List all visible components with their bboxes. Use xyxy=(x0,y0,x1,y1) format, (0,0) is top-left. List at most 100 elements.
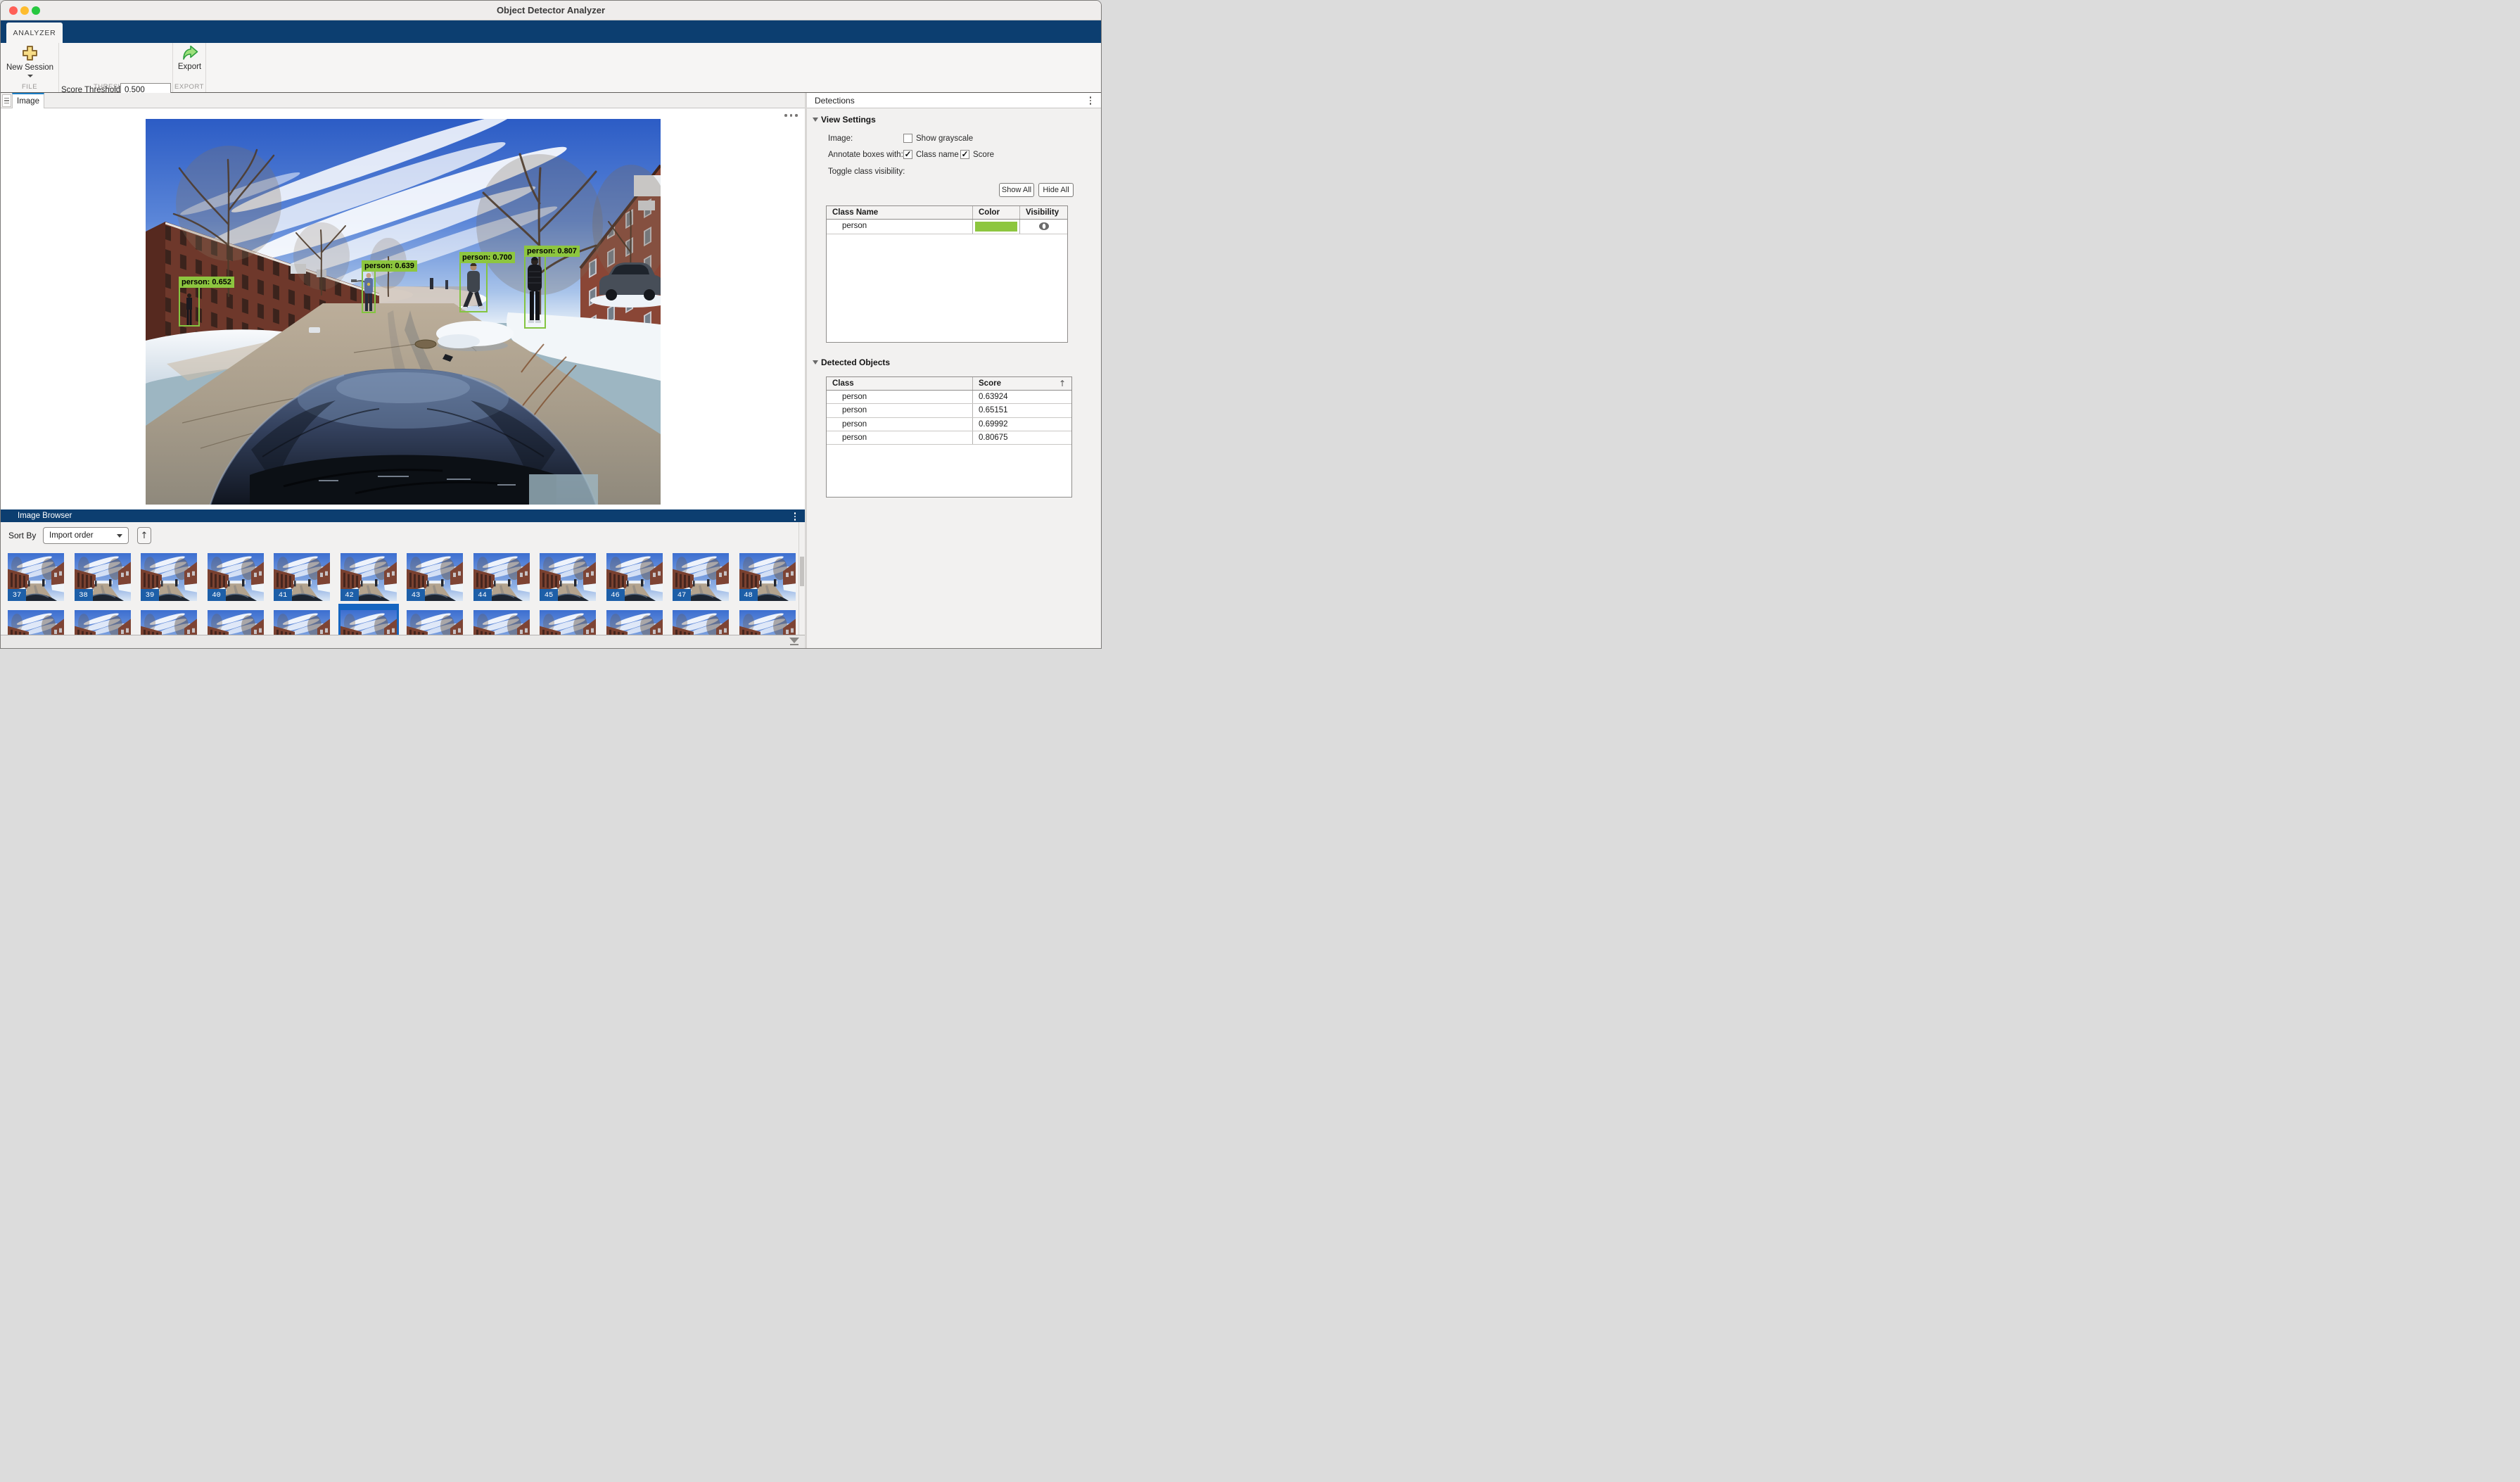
sort-direction-button[interactable]: ↑ xyxy=(137,527,151,544)
detections-panel-header: Detections xyxy=(807,93,1101,108)
thumbnail[interactable]: 37 xyxy=(8,553,64,601)
thumbnail[interactable]: 39 xyxy=(141,553,197,601)
thumbnail[interactable]: 48 xyxy=(739,553,796,601)
visibility-cell[interactable] xyxy=(1020,220,1067,234)
detected-score-cell: 0.69992 xyxy=(973,418,1071,431)
kebab-icon[interactable] xyxy=(794,512,796,521)
thumbnail[interactable]: 43 xyxy=(407,553,463,601)
thumbnail[interactable] xyxy=(673,610,729,636)
detected-class-cell: person xyxy=(827,404,973,417)
thumbnail[interactable]: 45 xyxy=(540,553,596,601)
thumbnail[interactable] xyxy=(8,610,64,636)
detected-header-class[interactable]: Class xyxy=(827,377,973,390)
annotated-image: person: 0.652 person: 0.639 person: 0.700 p… xyxy=(146,119,661,505)
image-browser-title: Image Browser xyxy=(18,512,72,520)
detection-label: person: 0.700 xyxy=(459,252,515,263)
thumbnail-index-badge: 37 xyxy=(8,589,26,601)
thumbnail[interactable] xyxy=(739,610,796,636)
thumbnail[interactable] xyxy=(407,610,463,636)
hide-all-button[interactable]: Hide All xyxy=(1038,183,1074,197)
sort-by-select[interactable]: Import order xyxy=(43,527,129,544)
detected-class-cell: person xyxy=(827,431,973,444)
thumbnail-selection-highlight xyxy=(338,604,399,610)
thumbnail-index-badge: 43 xyxy=(407,589,425,601)
detected-objects-table: Class Score ↑ person0.63924person0.65151… xyxy=(826,376,1072,498)
browser-bottom-bar xyxy=(1,635,805,648)
detected-header-score[interactable]: Score ↑ xyxy=(973,377,1071,390)
thumbnail-index-badge: 40 xyxy=(208,589,226,601)
app-window: Object Detector Analyzer ANALYZER New Se… xyxy=(0,0,1102,649)
class-color-cell[interactable] xyxy=(973,220,1020,234)
thumbnail[interactable] xyxy=(141,610,197,636)
document-bar-icon[interactable] xyxy=(2,94,11,107)
view-settings-title: View Settings xyxy=(821,115,876,125)
scroll-down-icon[interactable] xyxy=(789,638,800,645)
detection-label: person: 0.652 xyxy=(179,277,234,288)
thumbnail[interactable] xyxy=(341,610,397,636)
tab-image[interactable]: Image xyxy=(12,93,44,108)
file-section: New Session FILE xyxy=(1,43,59,92)
browser-scrollbar-thumb[interactable] xyxy=(800,557,804,586)
thumbnail[interactable]: 38 xyxy=(75,553,131,601)
image-panel: person: 0.652 person: 0.639 person: 0.700 p… xyxy=(1,108,805,509)
thumbnail-index-badge: 44 xyxy=(473,589,492,601)
thumbnail[interactable] xyxy=(540,610,596,636)
collapse-caret-icon[interactable] xyxy=(813,360,818,365)
detected-object-row[interactable]: person0.69992 xyxy=(827,418,1071,431)
sort-ascending-icon[interactable]: ↑ xyxy=(1059,379,1066,388)
detected-score-cell: 0.65151 xyxy=(973,404,1071,417)
thumbnail-index-badge: 38 xyxy=(75,589,93,601)
ellipsis-icon[interactable] xyxy=(784,114,798,117)
kebab-icon[interactable] xyxy=(1090,96,1092,105)
thumbnail[interactable]: 46 xyxy=(606,553,663,601)
detected-object-row[interactable]: person0.80675 xyxy=(827,431,1071,445)
thumbnail[interactable] xyxy=(208,610,264,636)
detections-panel-title: Detections xyxy=(815,96,855,106)
thumbnail[interactable] xyxy=(274,610,330,636)
collapse-caret-icon[interactable] xyxy=(813,118,818,122)
thumbnail[interactable] xyxy=(473,610,530,636)
browser-scrollbar[interactable] xyxy=(798,522,805,635)
class-name-checkbox[interactable]: ✓ xyxy=(903,150,912,159)
eye-icon[interactable] xyxy=(1038,222,1050,231)
detected-score-cell: 0.80675 xyxy=(973,431,1071,444)
class-table-row[interactable]: person xyxy=(827,220,1067,234)
thumbnail-index-badge: 46 xyxy=(606,589,625,601)
chevron-down-icon[interactable] xyxy=(27,75,33,77)
detection-label: person: 0.639 xyxy=(362,260,417,272)
thumbnail[interactable]: 44 xyxy=(473,553,530,601)
detected-object-row[interactable]: person0.65151 xyxy=(827,404,1071,417)
export-section-label: EXPORT xyxy=(173,83,205,91)
export-label: Export xyxy=(178,63,201,71)
class-table: Class Name Color Visibility person xyxy=(826,205,1068,343)
detections-panel: Detections View Settings Image: Show gra… xyxy=(807,93,1101,648)
class-table-header-class: Class Name xyxy=(827,206,973,219)
class-name-label: Class name xyxy=(916,151,959,159)
detected-object-row[interactable]: person0.63924 xyxy=(827,391,1071,404)
new-session-button[interactable]: New Session xyxy=(1,45,59,77)
thumbnail[interactable] xyxy=(75,610,131,636)
score-checkbox[interactable]: ✓ xyxy=(960,150,969,159)
thumbnail-index-badge: 45 xyxy=(540,589,558,601)
thumbnail[interactable] xyxy=(606,610,663,636)
tab-analyzer[interactable]: ANALYZER xyxy=(6,23,63,43)
thumbnail-index-badge: 39 xyxy=(141,589,159,601)
thumbnail[interactable]: 42 xyxy=(341,553,397,601)
color-swatch[interactable] xyxy=(975,222,1017,232)
show-all-button[interactable]: Show All xyxy=(999,183,1034,197)
detected-score-cell: 0.63924 xyxy=(973,391,1071,403)
thumbnail[interactable]: 41 xyxy=(274,553,330,601)
document-area: Image xyxy=(1,93,805,648)
thumbnail[interactable]: 40 xyxy=(208,553,264,601)
window-title: Object Detector Analyzer xyxy=(1,1,1101,20)
show-grayscale-checkbox[interactable] xyxy=(903,134,912,143)
sort-bar: Sort By Import order ↑ xyxy=(1,522,798,549)
thumbnail-grid: 37 38 39 40 4142 43 44 45 46 47 48 xyxy=(1,549,798,636)
detections-panel-body: View Settings Image: Show grayscale Anno… xyxy=(807,108,1101,648)
image-browser-header: Image Browser xyxy=(1,509,805,522)
thumbnail[interactable]: 47 xyxy=(673,553,729,601)
export-button[interactable]: Export xyxy=(173,45,206,71)
detection-box: person: 0.807 xyxy=(524,255,546,329)
sort-by-label: Sort By xyxy=(8,531,36,540)
thumbnail-index-badge: 48 xyxy=(739,589,758,601)
